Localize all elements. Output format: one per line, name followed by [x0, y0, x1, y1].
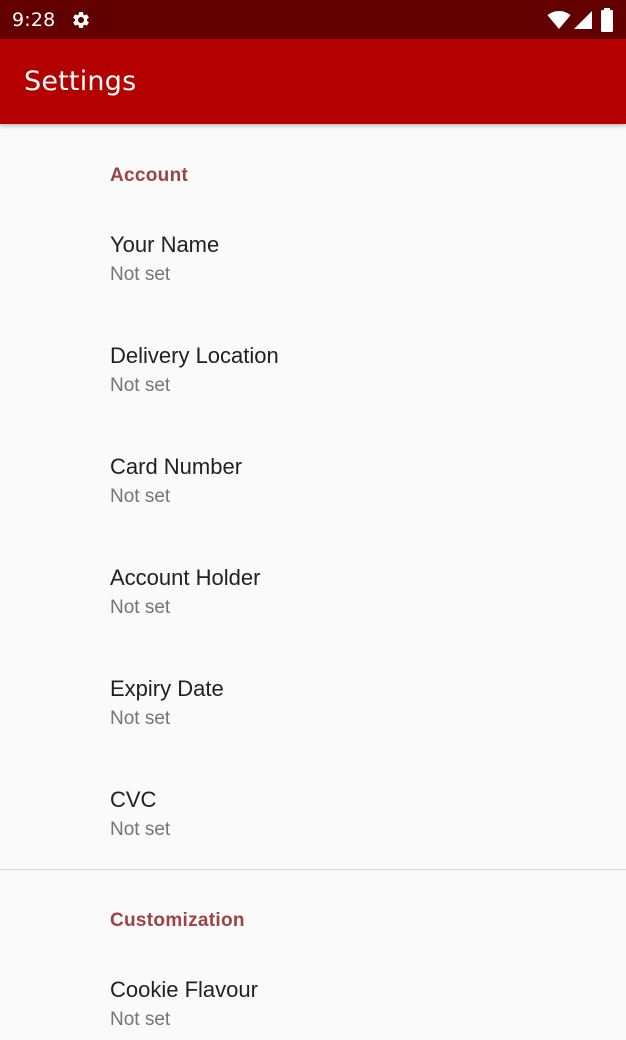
signal-icon — [574, 11, 592, 29]
pref-summary: Not set — [110, 375, 171, 396]
page-title: Settings — [24, 66, 137, 97]
pref-title: Account Holder — [110, 565, 261, 590]
pref-expiry-date[interactable]: Expiry Date Not set — [0, 675, 626, 786]
category-customization-header: Customization — [110, 910, 245, 931]
pref-summary: Not set — [110, 1009, 171, 1030]
pref-title: Expiry Date — [110, 676, 224, 701]
pref-delivery-location[interactable]: Delivery Location Not set — [0, 342, 626, 453]
pref-title: Card Number — [110, 454, 243, 479]
category-account-header: Account — [110, 165, 189, 186]
wifi-icon — [547, 11, 571, 29]
gear-icon — [73, 11, 89, 28]
pref-summary: Not set — [110, 264, 171, 285]
pref-cookie-flavour[interactable]: Cookie Flavour Not set — [0, 976, 626, 1040]
pref-summary: Not set — [110, 486, 171, 507]
pref-title: Delivery Location — [110, 343, 279, 368]
battery-icon — [601, 8, 613, 32]
pref-title: Cookie Flavour — [110, 977, 258, 1002]
pref-summary: Not set — [110, 597, 171, 618]
pref-card-number[interactable]: Card Number Not set — [0, 453, 626, 564]
pref-summary: Not set — [110, 819, 171, 840]
pref-summary: Not set — [110, 708, 171, 729]
pref-title: Your Name — [110, 232, 220, 257]
status-time: 9:28 — [12, 9, 56, 31]
app-bar: Settings — [0, 39, 626, 124]
pref-your-name[interactable]: Your Name Not set — [0, 231, 626, 342]
pref-cvc[interactable]: CVC Not set — [0, 786, 626, 897]
status-bar: 9:28 — [0, 0, 626, 39]
pref-title: CVC — [110, 787, 157, 812]
category-divider — [0, 869, 626, 870]
pref-account-holder[interactable]: Account Holder Not set — [0, 564, 626, 675]
